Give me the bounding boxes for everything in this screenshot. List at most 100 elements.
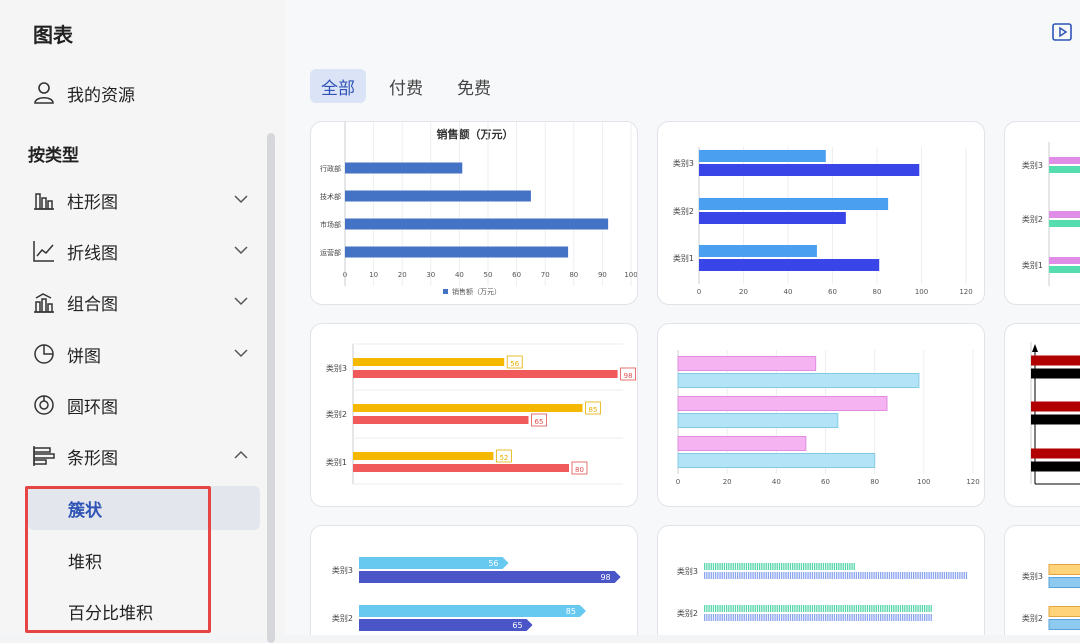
chevron-down-icon xyxy=(234,349,248,358)
template-card[interactable]: 0 20 40 60 80 100 120 类别3 类别2 类别1 xyxy=(657,121,985,305)
bar-stripe xyxy=(721,605,723,612)
bar-stripe xyxy=(895,605,897,612)
bar-stripe xyxy=(805,614,807,621)
bar-stripe xyxy=(754,614,756,621)
sidebar-item-donut[interactable]: 圆环图 xyxy=(31,390,249,420)
tab-free[interactable]: 免费 xyxy=(446,69,502,103)
bar-stripe xyxy=(792,572,794,579)
template-card[interactable] xyxy=(1004,323,1080,507)
tab-all[interactable]: 全部 xyxy=(310,69,366,103)
data-label: 98 xyxy=(600,573,610,582)
bar-stripe xyxy=(902,572,904,579)
template-card[interactable]: 类别3 56 98 类别2 85 65 类别1 52 80 xyxy=(310,323,638,507)
template-card[interactable]: 类别3 类别2 xyxy=(657,525,985,635)
bar xyxy=(353,464,569,472)
bar-stripe xyxy=(750,563,752,570)
template-card[interactable]: 销售额（万元）0102030405060708090100行政部技术部市场部运营… xyxy=(310,121,638,305)
data-label: 56 xyxy=(488,559,498,568)
my-resources-item[interactable]: 我的资源 xyxy=(33,80,135,106)
subitem-label: 簇状 xyxy=(68,500,102,521)
bar-stripe xyxy=(809,605,811,612)
bar xyxy=(1048,606,1080,617)
bar-stripe xyxy=(739,563,741,570)
subitem-stacked[interactable]: 堆积 xyxy=(28,538,260,582)
bar-stripe xyxy=(871,572,873,579)
bar-stripe xyxy=(858,605,860,612)
bar-stripe xyxy=(906,605,908,612)
bar-stripe xyxy=(765,605,767,612)
bar-stripe xyxy=(739,605,741,612)
bar-stripe xyxy=(862,605,864,612)
bar-stripe xyxy=(904,572,906,579)
tab-paid[interactable]: 付费 xyxy=(378,69,434,103)
bar xyxy=(359,605,586,617)
template-card[interactable]: 类别3 56 98 类别2 85 65 xyxy=(310,525,638,635)
data-label: 52 xyxy=(499,454,508,462)
bar xyxy=(1049,266,1080,273)
main-panel: 全部 付费 免费 销售额（万元） 0 10 20 30 40 50 60 70 80 90 100 行政… xyxy=(285,0,1080,635)
bar xyxy=(1031,355,1080,366)
bar-stripe xyxy=(825,563,827,570)
bar-stripe xyxy=(886,572,888,579)
category-label: 类别3 xyxy=(332,565,353,575)
bar-stripe xyxy=(921,614,924,621)
bar-stripe xyxy=(816,614,818,621)
bar-stripe xyxy=(789,572,792,579)
tick-label: 50 xyxy=(484,271,493,279)
bar-stripe xyxy=(785,605,787,612)
template-card[interactable]: 类别3 类别2 类别1 xyxy=(1004,121,1080,305)
bar-stripe xyxy=(737,572,739,579)
subitem-percent-stacked[interactable]: 百分比堆积 xyxy=(28,589,260,633)
bar-stripe xyxy=(715,614,717,621)
bar-stripe xyxy=(910,614,913,621)
sidebar-item-combo[interactable]: 组合图 xyxy=(31,287,249,317)
bar-stripe xyxy=(873,614,875,621)
play-icon[interactable] xyxy=(1052,22,1072,42)
bar-stripe xyxy=(767,614,770,621)
bar-stripe xyxy=(794,605,796,612)
data-label: 65 xyxy=(512,621,522,630)
tab-bar: 全部 付费 免费 xyxy=(310,69,514,103)
bar-stripe xyxy=(756,605,759,612)
bar-stripe xyxy=(853,563,855,570)
bar-stripe xyxy=(818,572,820,579)
sidebar-item-label: 圆环图 xyxy=(67,397,118,418)
category-label: 行政部 xyxy=(320,164,341,173)
bar-stripe xyxy=(728,614,730,621)
sidebar-item-pie[interactable]: 饼图 xyxy=(31,339,249,369)
bar-stripe xyxy=(871,605,873,612)
tick-label: 80 xyxy=(569,271,578,279)
bar-stripe xyxy=(838,614,840,621)
bar-stripe xyxy=(728,605,730,612)
bar-stripe xyxy=(776,614,778,621)
subitem-clustered[interactable]: 簇状 xyxy=(28,486,260,530)
bar-stripe xyxy=(838,563,840,570)
bar xyxy=(699,150,826,162)
bar-stripe xyxy=(712,563,715,570)
sidebar-item-bar[interactable]: 条形图 xyxy=(31,441,249,471)
template-card[interactable]: 0 20 40 60 80 100 120 xyxy=(657,323,985,507)
bar-stripe xyxy=(864,605,866,612)
template-card[interactable]: 类别3 类别2 xyxy=(1004,525,1080,635)
category-label: 运营部 xyxy=(320,248,341,257)
bar-stripe xyxy=(836,605,838,612)
sidebar-item-column[interactable]: 柱形图 xyxy=(31,185,249,215)
bar-stripe xyxy=(833,614,836,621)
bar-stripe xyxy=(794,614,796,621)
bar-stripe xyxy=(783,605,785,612)
sidebar-item-line[interactable]: 折线图 xyxy=(31,236,249,266)
bar-stripe xyxy=(809,614,811,621)
column-chart-icon xyxy=(31,187,57,213)
category-label: 类别2 xyxy=(326,409,347,419)
tick-label: 10 xyxy=(369,271,378,279)
chevron-down-icon xyxy=(234,297,248,306)
bar-stripe xyxy=(831,605,833,612)
bar-stripe xyxy=(866,614,869,621)
bar xyxy=(677,356,817,371)
bar-stripe xyxy=(770,614,772,621)
bar-stripe xyxy=(772,605,774,612)
bar-stripe xyxy=(796,614,798,621)
bar-stripe xyxy=(754,563,756,570)
sidebar-scrollbar[interactable] xyxy=(267,133,275,643)
bar-stripe xyxy=(921,572,924,579)
